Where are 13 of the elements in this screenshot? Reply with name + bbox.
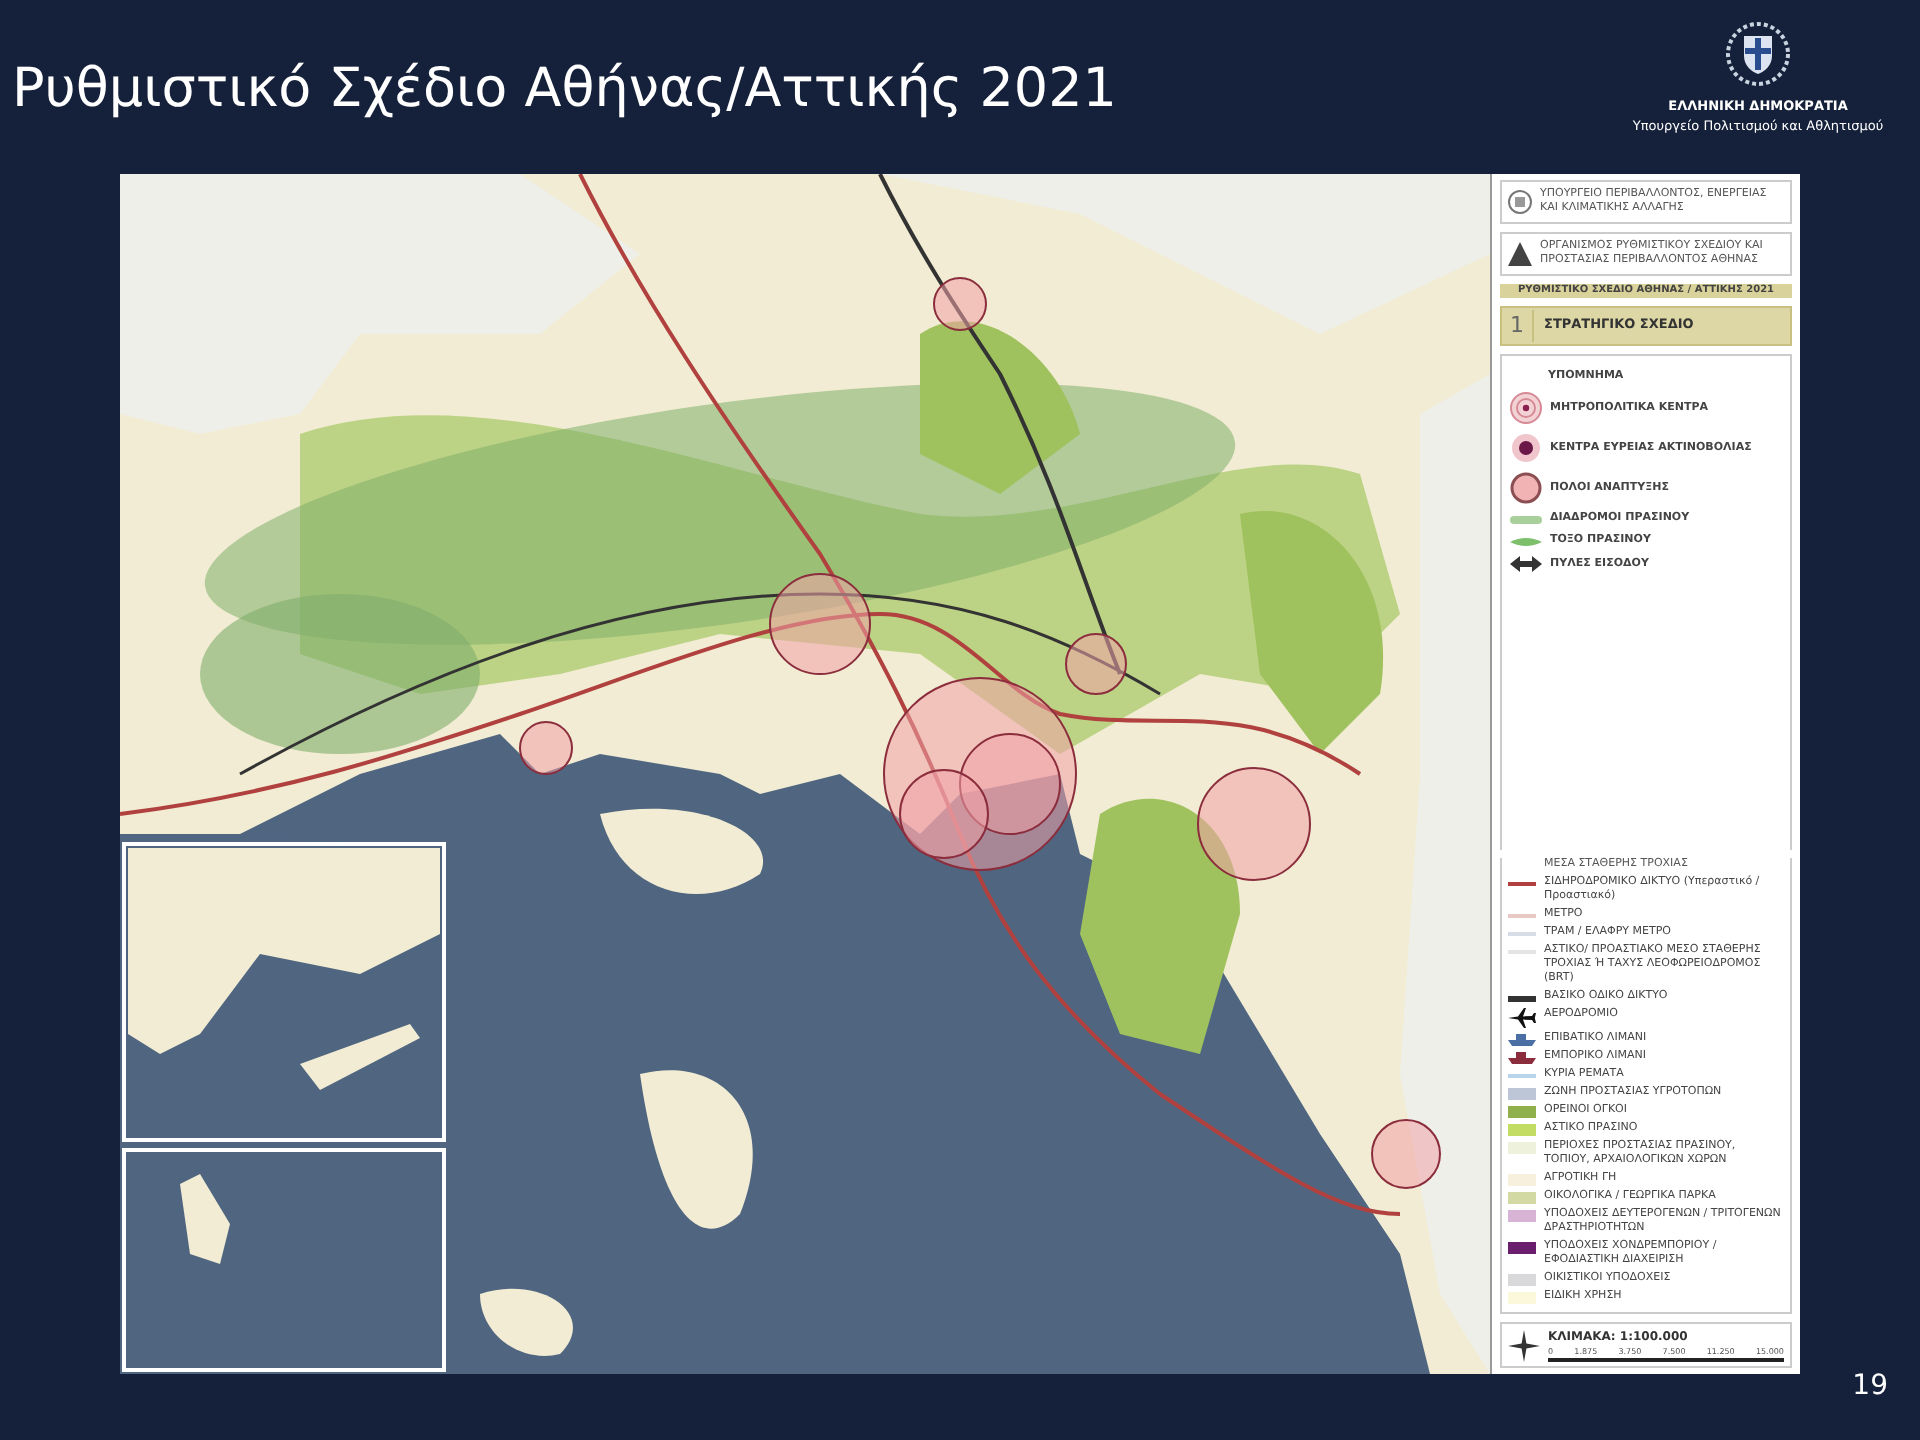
compass-rose-icon — [1508, 1329, 1540, 1361]
triangle-logo-icon — [1508, 242, 1532, 266]
corridor-band-icon — [1510, 513, 1542, 526]
section-number: 1 — [1502, 309, 1534, 343]
pole-circle-icon — [1510, 472, 1542, 505]
seal-icon — [1508, 190, 1532, 214]
center-dot-icon — [1510, 432, 1542, 465]
arc-shape-icon — [1510, 535, 1542, 548]
slide-title: Ρυθμιστικό Σχέδιο Αθήνας/Αττικής 2021 — [12, 56, 1117, 124]
page-number: 19 — [1852, 1368, 1888, 1406]
double-arrow-icon — [1510, 556, 1542, 573]
coat-of-arms-icon — [1724, 20, 1792, 88]
metro-center-icon — [1510, 392, 1542, 425]
